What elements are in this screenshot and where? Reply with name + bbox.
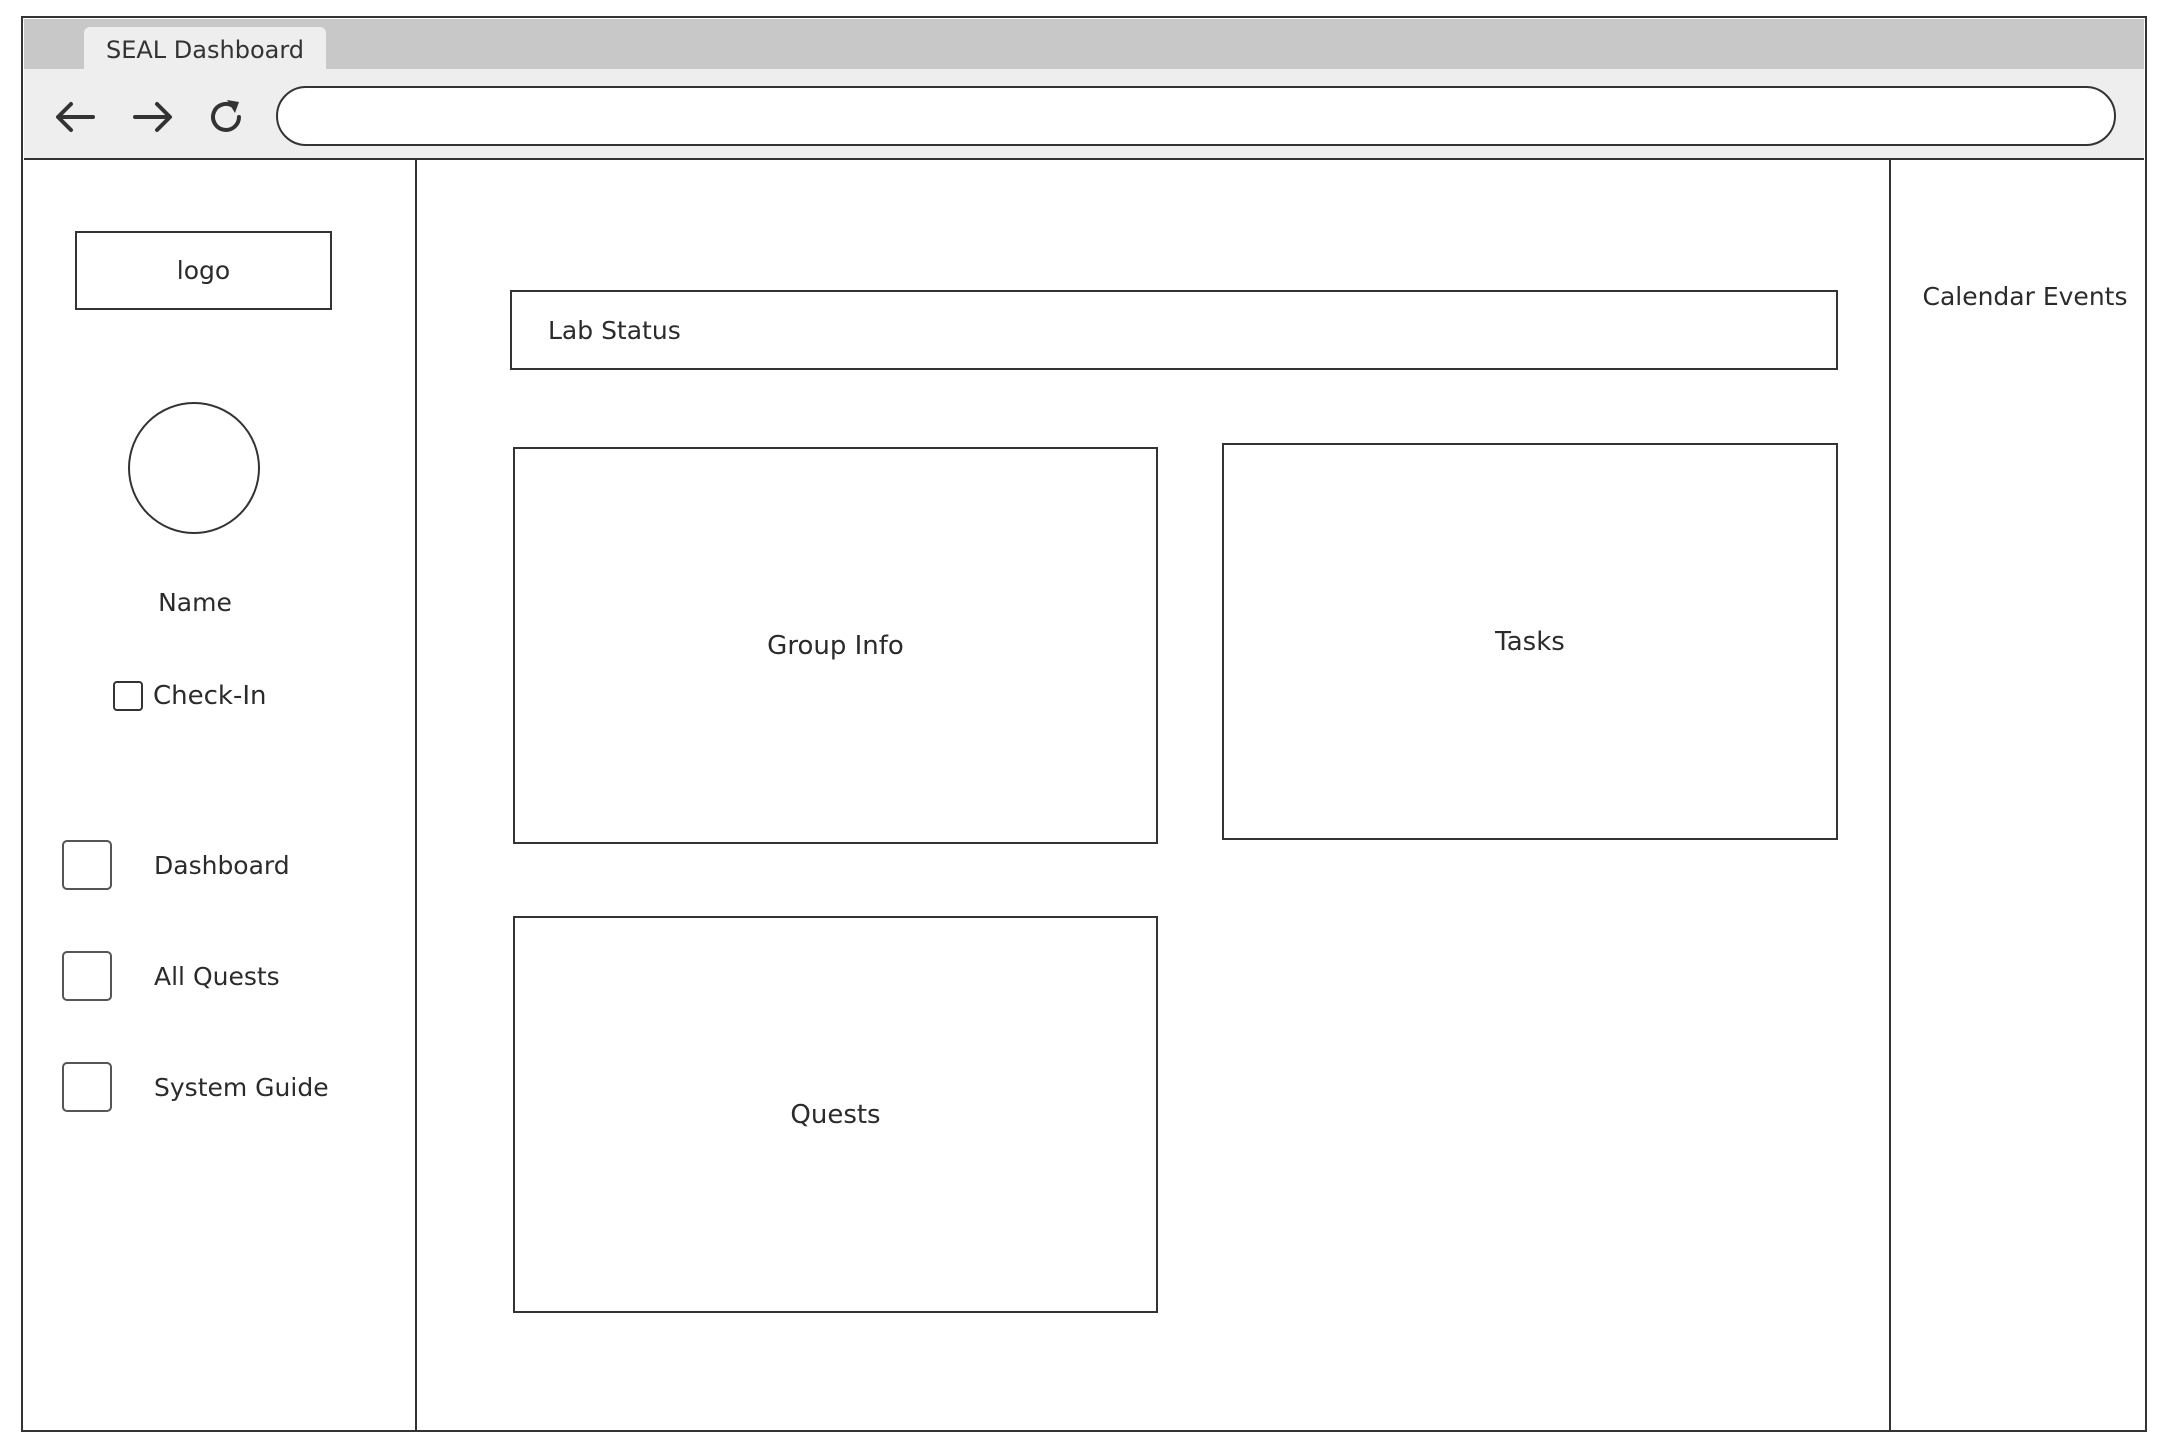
right-panel <box>1889 160 2147 1432</box>
lab-status-label: Lab Status <box>548 315 681 345</box>
lab-status-bar: Lab Status <box>510 290 1838 370</box>
all-quests-icon <box>62 951 112 1001</box>
checkbox-icon[interactable] <box>113 681 143 711</box>
quests-panel: Quests <box>513 916 1158 1313</box>
address-bar[interactable] <box>276 86 2116 146</box>
check-in-label: Check-In <box>153 681 267 711</box>
quests-label: Quests <box>790 1099 881 1130</box>
back-button[interactable] <box>50 95 100 139</box>
calendar-events-title: Calendar Events <box>1922 281 2128 311</box>
tab-title: SEAL Dashboard <box>105 36 305 64</box>
logo-label: logo <box>176 256 231 285</box>
group-info-panel: Group Info <box>513 447 1158 844</box>
arrow-right-icon <box>133 102 172 132</box>
sidebar-item-label: Dashboard <box>154 850 290 880</box>
sidebar-item-label: System Guide <box>154 1072 329 1102</box>
dashboard-icon <box>62 840 112 890</box>
tab-strip <box>24 19 2144 69</box>
check-in-checkbox[interactable]: Check-In <box>113 676 353 716</box>
user-name: Name <box>158 587 232 617</box>
sidebar-item-label: All Quests <box>154 961 280 991</box>
avatar <box>128 402 260 534</box>
browser-tab[interactable]: SEAL Dashboard <box>84 27 326 73</box>
sidebar-item-all-quests[interactable]: All Quests <box>62 951 362 1001</box>
system-guide-icon <box>62 1062 112 1112</box>
sidebar-item-system-guide[interactable]: System Guide <box>62 1062 362 1112</box>
group-info-label: Group Info <box>767 630 904 661</box>
forward-button[interactable] <box>128 95 178 139</box>
arrow-left-icon <box>56 102 95 132</box>
sidebar-item-dashboard[interactable]: Dashboard <box>62 840 362 890</box>
reload-button[interactable] <box>202 93 250 141</box>
tasks-panel: Tasks <box>1222 443 1838 840</box>
tasks-label: Tasks <box>1495 626 1565 657</box>
left-sidebar <box>21 160 417 1432</box>
reload-icon <box>211 100 241 132</box>
logo-box: logo <box>75 231 332 310</box>
